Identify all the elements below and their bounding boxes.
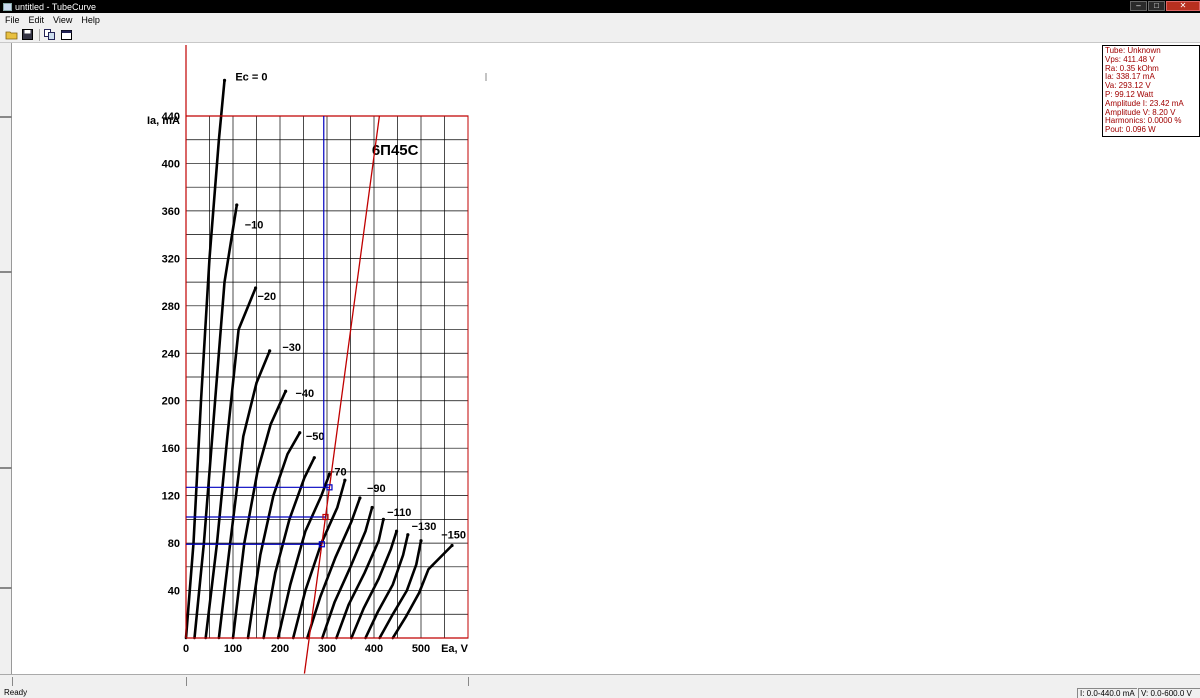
tube-curve (246, 431, 301, 640)
curve-end-marker (450, 543, 454, 548)
tube-curve (231, 389, 287, 640)
curve-end-marker (358, 496, 362, 500)
y-tick-label: 40 (168, 586, 180, 598)
curve-end-marker (222, 78, 227, 83)
info-pout: Pout: 0.096 W (1105, 125, 1156, 135)
y-tick-label: 360 (162, 206, 180, 218)
grid-voltage-label: −50 (306, 431, 325, 443)
save-disk-icon[interactable] (20, 29, 34, 41)
plot-canvas[interactable]: 0 100 200 300 400 500 40 80 120 160 200 240 280 320 36… (12, 43, 1200, 674)
horizontal-scrollbar[interactable] (0, 674, 1200, 687)
frame-tick (0, 587, 12, 589)
menu-help[interactable]: Help (81, 15, 100, 25)
tube-curves (184, 78, 454, 640)
tube-curve (306, 496, 362, 640)
grid-voltage-label: −90 (367, 483, 386, 495)
y-tick-label: 280 (162, 301, 180, 313)
app-icon (3, 2, 12, 11)
curve-end-marker (312, 456, 316, 460)
menu-edit[interactable]: Edit (29, 15, 45, 25)
frame-tick (0, 467, 12, 469)
status-current-range: I: 0.0-440.0 mA (1077, 688, 1137, 698)
y-tick-label: 200 (162, 396, 180, 408)
grid-voltage-label: Ec = 0 (235, 71, 267, 83)
status-voltage-range: V: 0.0-600.0 V (1138, 688, 1200, 698)
y-tick-label: 320 (162, 253, 180, 265)
chart-title: 6П45С (372, 142, 419, 159)
status-ready: Ready (4, 688, 28, 697)
grid-voltage-label: −30 (282, 342, 301, 354)
curve-end-marker (268, 349, 272, 353)
y-axis-label: Ia, mA (147, 115, 180, 127)
grid-voltage-label: −10 (245, 220, 264, 232)
y-tick-label: 400 (162, 158, 180, 170)
status-bar: Ready I: 0.0-440.0 mA V: 0.0-600.0 V (0, 687, 1200, 698)
left-frame (0, 43, 12, 687)
grid-voltage-label: −40 (296, 388, 315, 400)
scroll-tick (468, 677, 469, 686)
x-tick-label: 500 (412, 643, 430, 655)
frame-tick (0, 271, 12, 273)
curve-end-marker (253, 286, 258, 290)
curve-end-marker (235, 203, 239, 207)
tube-curve-chart[interactable]: 0 100 200 300 400 500 40 80 120 160 200 240 280 320 36… (12, 43, 1200, 674)
curve-end-marker (394, 529, 399, 533)
frame-tick (0, 116, 12, 118)
y-tick-label: 160 (162, 443, 180, 455)
tube-curve (204, 286, 257, 640)
x-axis-label: Ea, V (441, 643, 469, 655)
open-folder-icon[interactable] (4, 29, 18, 41)
load-line (303, 115, 381, 674)
menu-file[interactable]: File (5, 15, 20, 25)
toolbar-separator (39, 28, 40, 41)
grid-voltage-label: −110 (387, 507, 411, 519)
scroll-tick (12, 677, 13, 686)
x-tick-label: 400 (365, 643, 383, 655)
curve-end-marker (343, 478, 347, 482)
window-controls: – □ ✕ (1129, 0, 1200, 13)
curve-end-marker (381, 517, 385, 521)
y-tick-label: 120 (162, 491, 180, 503)
curve-end-marker (406, 533, 410, 537)
close-button[interactable]: ✕ (1166, 1, 1200, 11)
tube-curve (262, 456, 316, 640)
grid-voltage-label: −130 (412, 521, 437, 533)
curve-end-marker (284, 389, 288, 393)
tube-curve (217, 349, 271, 640)
x-tick-label: 300 (318, 643, 336, 655)
menu-bar: File Edit View Help (0, 13, 1200, 27)
chart-labels: 0 100 200 300 400 500 40 80 120 160 200 240 280 320 36… (147, 71, 469, 655)
grid-voltage-label: −20 (257, 291, 276, 303)
operating-point-info: Tube: Unknown Vps: 411.48 V Ra: 0.35 kOh… (1102, 45, 1200, 137)
title-bar: untitled - TubeCurve – □ ✕ (0, 0, 1200, 13)
curve-end-marker (370, 505, 374, 510)
window-icon[interactable] (59, 29, 73, 41)
maximize-button[interactable]: □ (1148, 1, 1165, 11)
toolbar (0, 27, 1200, 43)
grid-voltage-label: −150 (441, 529, 466, 541)
scroll-tick (186, 677, 187, 686)
window-title: untitled - TubeCurve (15, 1, 97, 12)
load-line-overlay (185, 45, 487, 674)
y-tick-label: 240 (162, 348, 180, 360)
curve-end-marker (419, 539, 423, 543)
x-tick-label: 100 (224, 643, 242, 655)
menu-view[interactable]: View (53, 15, 72, 25)
y-tick-label: 80 (168, 538, 180, 550)
x-tick-label: 200 (271, 643, 289, 655)
copy-icon[interactable] (43, 29, 57, 41)
x-tick-label: 0 (183, 643, 189, 655)
minimize-button[interactable]: – (1130, 1, 1147, 11)
curve-end-marker (298, 431, 302, 435)
